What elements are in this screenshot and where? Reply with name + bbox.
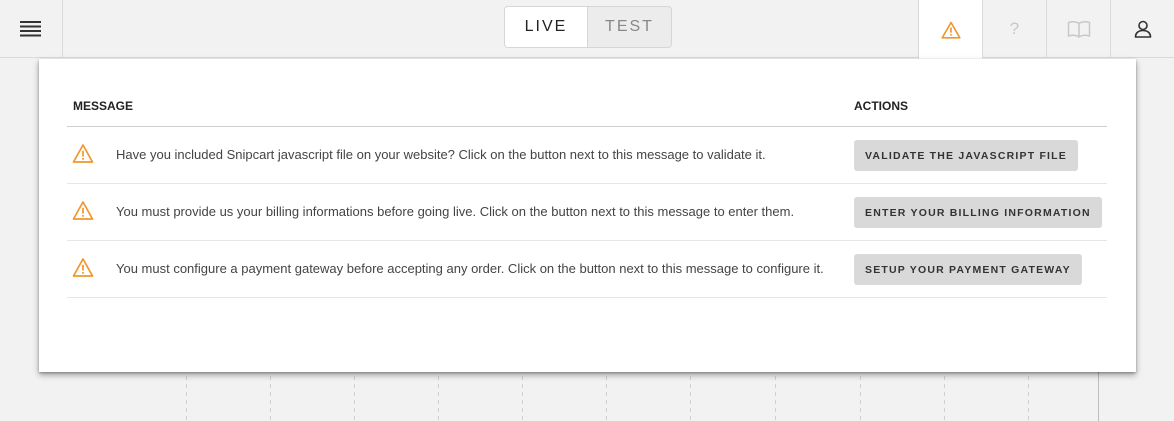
mode-switch: LIVE TEST [504,6,672,48]
table-row: Have you included Snipcart javascript fi… [67,127,1107,184]
user-icon [1134,20,1151,38]
account-button[interactable] [1110,0,1174,58]
top-right-toolbar: ? [918,0,1174,59]
validate-javascript-button[interactable]: VALIDATE THE JAVASCRIPT FILE [854,140,1078,171]
setup-payment-gateway-button[interactable]: SETUP YOUR PAYMENT GATEWAY [854,254,1082,285]
notifications-table: MESSAGE ACTIONS Have you included Snipca… [67,93,1107,298]
mode-live-tab[interactable]: LIVE [505,7,588,47]
table-row: You must configure a payment gateway bef… [67,241,1107,298]
notifications-panel: MESSAGE ACTIONS Have you included Snipca… [39,59,1136,372]
documentation-button[interactable] [1046,0,1110,58]
table-row: You must provide us your billing informa… [67,184,1107,241]
notifications-button[interactable] [918,0,982,59]
book-icon [1067,21,1090,38]
table-header: MESSAGE ACTIONS [67,93,1107,127]
enter-billing-information-button[interactable]: ENTER YOUR BILLING INFORMATION [854,197,1102,228]
row-message: Have you included Snipcart javascript fi… [116,147,766,162]
hamburger-icon [20,21,41,37]
column-header-actions: ACTIONS [854,99,908,113]
warning-icon [72,258,94,277]
warning-icon [72,144,94,163]
warning-icon [940,21,961,39]
column-header-message: MESSAGE [73,99,134,113]
mode-test-tab[interactable]: TEST [588,7,671,47]
help-icon: ? [1009,19,1020,38]
hamburger-menu-button[interactable] [0,0,63,58]
row-message: You must configure a payment gateway bef… [116,261,824,276]
help-button[interactable]: ? [982,0,1046,58]
row-message: You must provide us your billing informa… [116,204,795,219]
top-bar: LIVE TEST ? [0,0,1174,59]
warning-icon [72,201,94,220]
